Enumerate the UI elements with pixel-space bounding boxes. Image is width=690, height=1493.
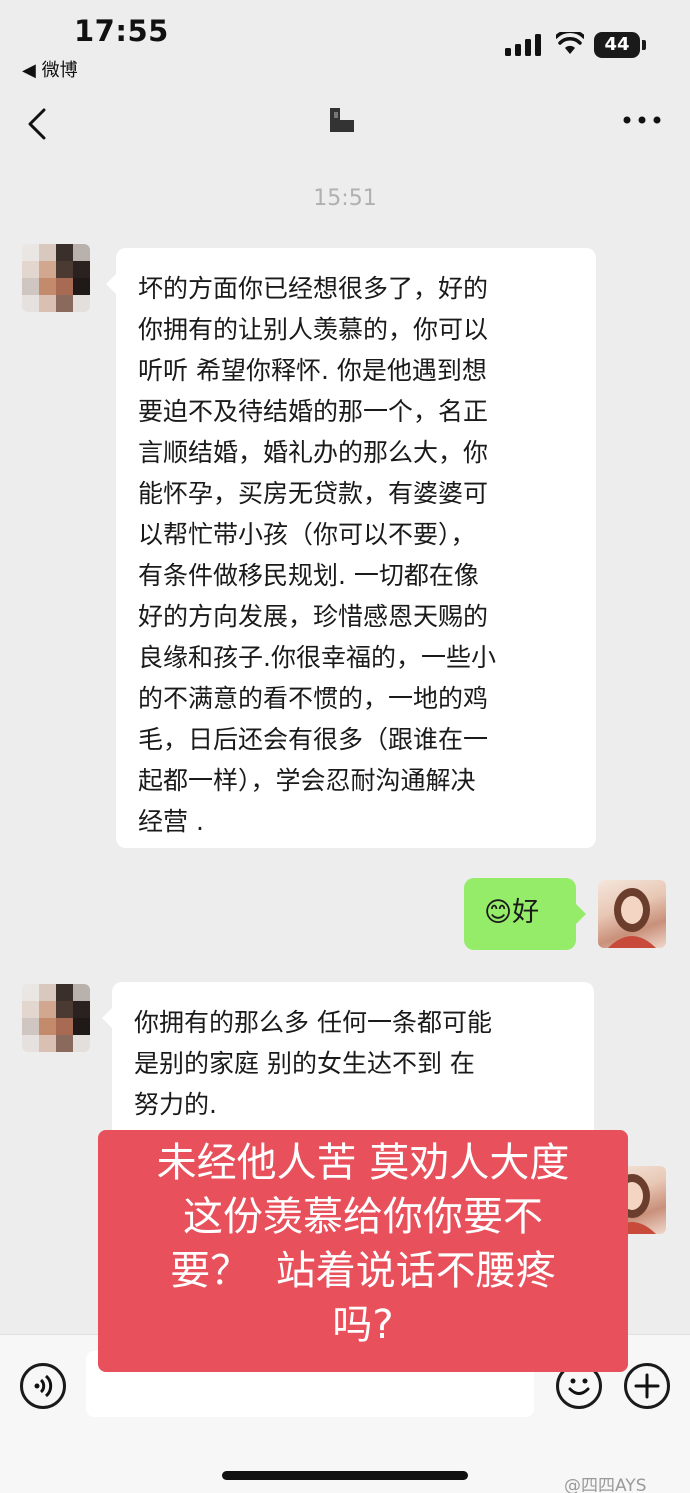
plus-icon[interactable] [624, 1363, 670, 1409]
contact-avatar[interactable] [22, 244, 90, 312]
message-bubble-incoming[interactable]: 坏的方面你已经想很多了，好的 你拥有的让别人羡慕的，你可以 听听 希望你释怀. … [106, 248, 596, 848]
message-text: 😊好 [484, 897, 540, 928]
cellular-signal-icon [505, 34, 541, 56]
chat-nav-bar [0, 88, 690, 160]
back-to-app-link[interactable]: ◀ 微博 [22, 56, 78, 82]
watermark: @四四AYS [564, 1476, 647, 1493]
back-chevron-icon[interactable] [24, 106, 54, 142]
more-options-icon[interactable] [622, 114, 662, 126]
avatar-mosaic [22, 244, 90, 312]
message-bubble-incoming[interactable]: 你拥有的那么多 任何一条都可能 是别的家庭 别的女生达不到 在 努力的. [102, 982, 594, 1142]
battery-tip [642, 40, 646, 50]
avatar-mosaic [22, 984, 90, 1052]
message-timestamp: 15:51 [313, 186, 377, 211]
voice-input-icon[interactable] [20, 1363, 66, 1409]
message-text: 你拥有的那么多 任何一条都可能 是别的家庭 别的女生达不到 在 努力的. [134, 1008, 492, 1119]
overlay-caption: 未经他人苦 莫劝人大度 这份羡慕给你你要不 要？ 站着说话不腰疼 吗? [98, 1130, 628, 1372]
my-avatar[interactable] [598, 880, 666, 948]
message-text: 坏的方面你已经想很多了，好的 你拥有的让别人羡慕的，你可以 听听 希望你释怀. … [138, 274, 496, 836]
wifi-icon [556, 32, 584, 54]
contact-name-redacted [330, 108, 354, 132]
battery-indicator: 44 [594, 32, 640, 58]
status-bar: 17:55 ◀ 微博 44 [0, 0, 690, 88]
contact-avatar[interactable] [22, 984, 90, 1052]
status-time: 17:55 [74, 14, 169, 48]
message-bubble-outgoing[interactable]: 😊好 [464, 878, 586, 950]
overlay-caption-text: 未经他人苦 莫劝人大度 这份羡慕给你你要不 要？ 站着说话不腰疼 吗? [156, 1140, 570, 1348]
avatar-portrait-icon [608, 888, 656, 948]
home-indicator [222, 1471, 468, 1480]
